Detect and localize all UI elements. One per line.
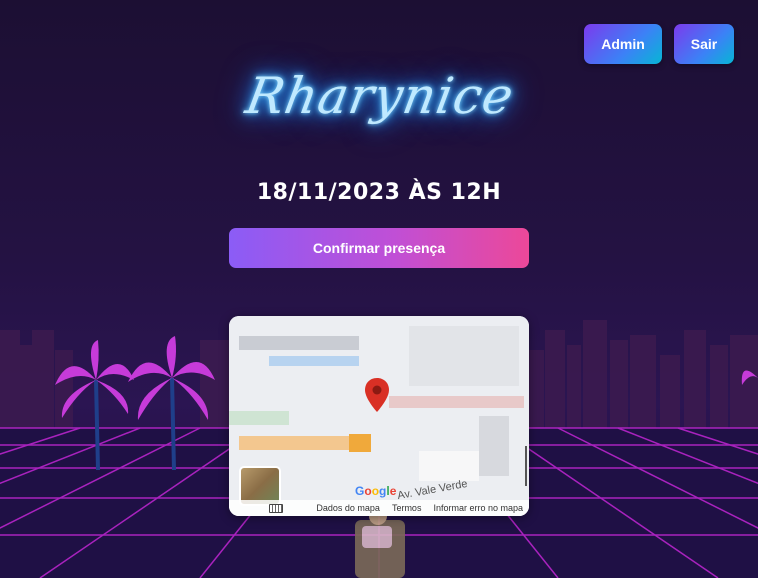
map-pin-icon <box>365 378 389 412</box>
map-block <box>479 416 509 476</box>
google-logo: Google <box>355 484 397 498</box>
event-date: 18/11/2023 ÀS 12H <box>256 180 502 205</box>
neon-logo: Rharynice <box>241 67 519 125</box>
terms-link[interactable]: Termos <box>392 503 422 513</box>
map-scale <box>525 446 527 486</box>
map-road <box>389 396 524 408</box>
confirm-presence-button[interactable]: Confirmar presença <box>229 228 529 268</box>
embedded-map[interactable]: Av. Vale Verde Google Dados do mapa Term… <box>229 316 529 516</box>
map-block <box>239 336 359 350</box>
map-block <box>349 434 371 452</box>
logout-button[interactable]: Sair <box>674 24 734 64</box>
map-park <box>229 411 289 425</box>
map-block <box>269 356 359 366</box>
map-footer: Dados do mapa Termos Informar erro no ma… <box>229 500 529 516</box>
keyboard-icon[interactable] <box>269 504 283 513</box>
admin-button[interactable]: Admin <box>584 24 662 64</box>
map-data-link[interactable]: Dados do mapa <box>316 503 380 513</box>
report-map-error-link[interactable]: Informar erro no mapa <box>433 503 523 513</box>
map-block <box>419 451 479 481</box>
map-block <box>409 326 519 386</box>
